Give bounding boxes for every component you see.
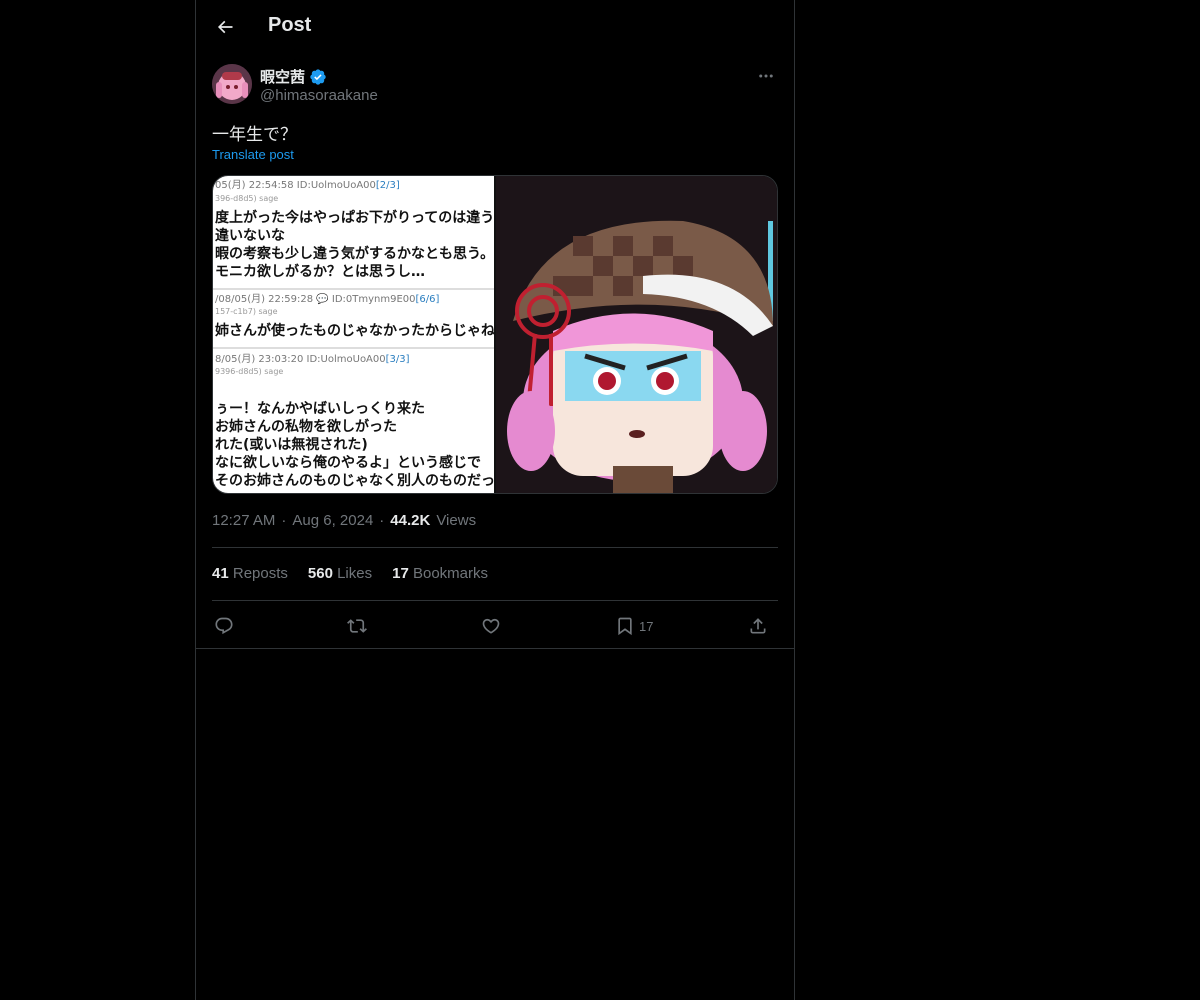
name-row: 暇空茜 <box>260 66 327 87</box>
views-label: Views <box>436 512 477 529</box>
repost-icon <box>347 619 367 633</box>
views-count: 44.2K <box>390 512 431 529</box>
translate-post-link[interactable]: Translate post <box>212 147 294 162</box>
screenshot-post-line: お姉さんの私物を欲しがった <box>215 418 397 435</box>
reposts-stat[interactable]: 41 Reposts <box>212 565 288 582</box>
media-image: 05(月) 22:54:58 ID:UolmoUoA00[2/3] 396-d8d… <box>213 176 777 493</box>
bookmark-count: 17 <box>639 618 654 634</box>
share-icon <box>750 618 766 634</box>
screenshot-post-sub: 396-d8d5) sage <box>215 194 278 203</box>
screenshot-post-line: 度上がった今はやっぱお下がりってのは違う <box>215 209 494 226</box>
share-button[interactable] <box>748 612 768 640</box>
likes-count: 560 <box>307 565 333 582</box>
bookmarks-label: Bookmarks <box>412 565 489 582</box>
post-media[interactable]: 05(月) 22:54:58 ID:UolmoUoA00[2/3] 396-d8d… <box>212 175 778 494</box>
screenshot-post-meta: 8/05(月) 23:03:20 ID:UolmoUoA00[3/3] <box>215 353 410 365</box>
avatar[interactable] <box>212 64 252 104</box>
page-title: Post <box>268 14 312 36</box>
reposts-label: Reposts <box>232 565 288 582</box>
screenshot-post-line: なに欲しいなら俺のやるよ」という感じで <box>215 454 481 471</box>
user-handle[interactable]: @himasoraakane <box>260 87 378 104</box>
post-time[interactable]: 12:27 AM <box>212 512 275 529</box>
display-name[interactable]: 暇空茜 <box>260 66 305 87</box>
screenshot-post-line: れた(或いは無視された) <box>215 436 368 453</box>
screenshot-post-line: モニカ欲しがるか？とは思うし… <box>215 263 425 280</box>
screenshot-post-meta: 05(月) 22:54:58 ID:UolmoUoA00[2/3] <box>215 179 400 191</box>
bookmarks-count: 17 <box>392 565 409 582</box>
divider <box>212 547 778 548</box>
reposts-count: 41 <box>212 565 229 582</box>
bookmark-icon <box>618 617 632 636</box>
verified-badge-icon <box>309 68 327 86</box>
like-button[interactable] <box>481 612 501 640</box>
screenshot-post-sub: 157-c1b7) sage <box>215 307 278 316</box>
screenshot-post-line: 違いないな <box>215 227 285 244</box>
repost-button[interactable] <box>347 612 367 640</box>
likes-stat[interactable]: 560 Likes <box>308 565 372 582</box>
screenshot-post-line: ぅー！なんかやばいしっくり来た <box>215 401 425 417</box>
divider <box>196 648 794 649</box>
screenshot-post-meta: /08/05(月) 22:59:28 💬 ID:0Tmynm9E00[6/6] <box>215 292 440 305</box>
post-stats: 41 Reposts 560 Likes 17 Bookmarks <box>212 565 488 582</box>
author-row: 暇空茜 @himasoraakane <box>212 64 778 108</box>
screenshot-post-sub: 9396-d8d5) sage <box>215 367 283 376</box>
action-bar: 17 <box>212 612 778 640</box>
post-text: 一年生で？ <box>212 125 297 145</box>
meta-separator: · <box>379 512 385 529</box>
header: Post <box>196 0 794 53</box>
screenshot-post-line: 姉さんが使ったものじゃなかったからじゃね <box>215 322 495 339</box>
bookmarks-stat[interactable]: 17 Bookmarks <box>392 565 488 582</box>
post-date[interactable]: Aug 6, 2024 <box>292 512 373 529</box>
reply-button[interactable] <box>214 612 234 640</box>
more-icon <box>759 74 773 78</box>
post-detail-column: Post 暇空茜 @himasoraakane 一年生で？ Translate … <box>195 0 795 1000</box>
more-options-button[interactable] <box>754 64 778 88</box>
likes-label: Likes <box>337 565 373 582</box>
divider <box>212 600 778 601</box>
meta-separator: · <box>281 512 287 529</box>
reply-icon <box>215 617 233 635</box>
screenshot-post-line: 暇の考察も少し違う気がするかなとも思う。 <box>215 245 494 262</box>
like-icon <box>482 618 500 634</box>
avatar-image <box>212 64 252 104</box>
back-button[interactable] <box>208 10 242 44</box>
screenshot-post-line: そのお姉さんのものじゃなく別人のものだっ <box>215 472 495 489</box>
bookmark-button[interactable]: 17 <box>615 612 653 640</box>
post-meta: 12:27 AM · Aug 6, 2024 · 44.2K Views <box>212 512 476 529</box>
arrow-left-icon <box>217 20 233 34</box>
